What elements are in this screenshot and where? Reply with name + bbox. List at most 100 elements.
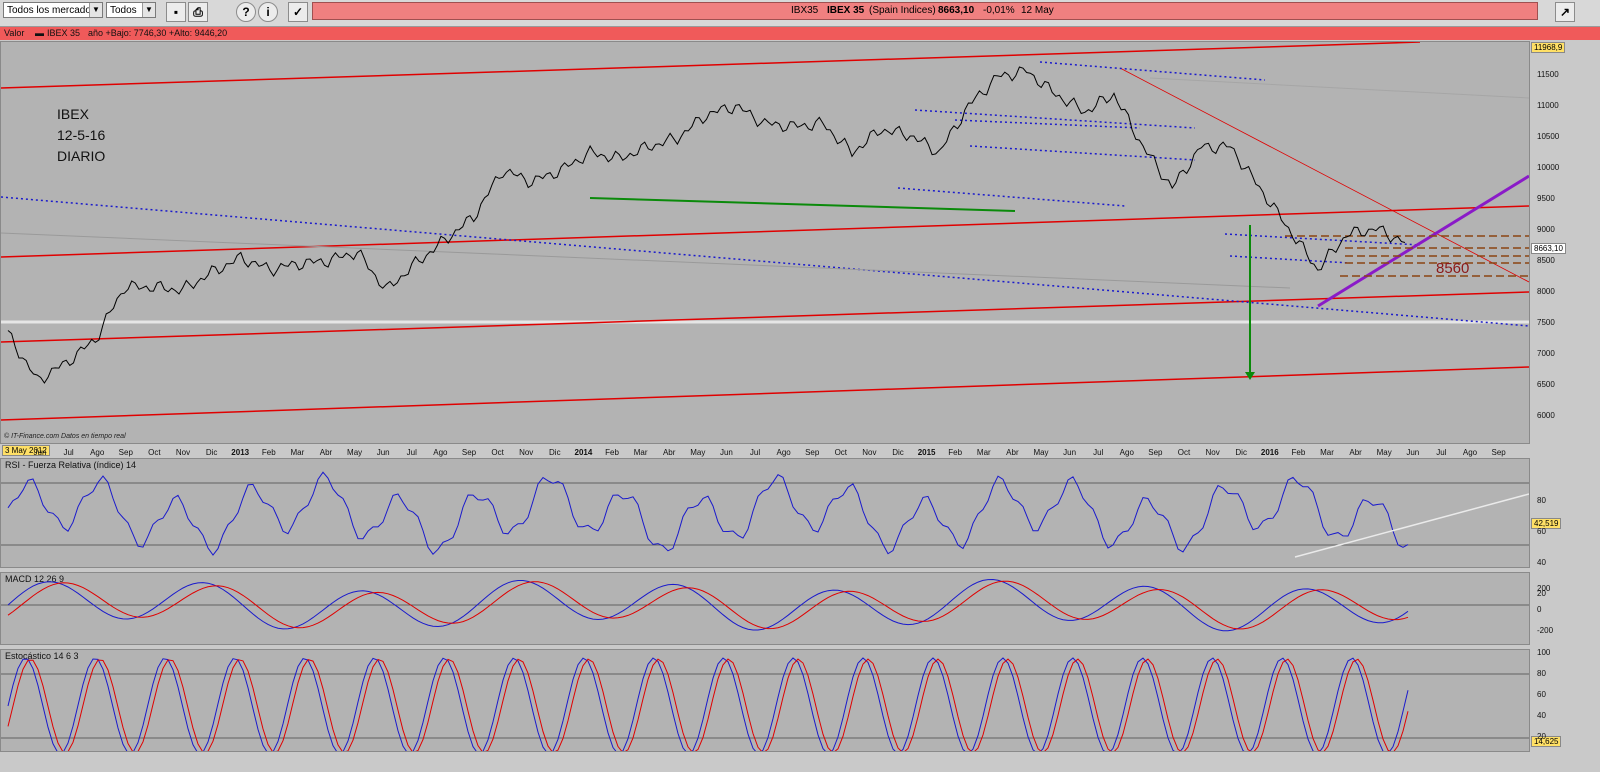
y-tick-label: 8500 xyxy=(1537,256,1555,265)
channel-line xyxy=(897,187,1126,207)
channel-line xyxy=(1039,61,1266,81)
channel-line xyxy=(914,109,1196,129)
x-tick-label: Oct xyxy=(148,448,161,457)
x-tick-label: Abr xyxy=(1349,448,1362,457)
x-tick-label: Ago xyxy=(776,448,791,457)
y-tick-label: 200 xyxy=(1537,584,1551,593)
x-tick-label: Jul xyxy=(406,448,417,457)
y-tick-label: 8000 xyxy=(1537,287,1555,296)
y-tick-label: 80 xyxy=(1537,496,1546,505)
chart-drawing xyxy=(1,42,1529,751)
x-tick-label: May xyxy=(690,448,706,457)
rsi-line xyxy=(7,471,1409,556)
x-tick-label: Sep xyxy=(118,448,133,457)
x-tick-label: Mar xyxy=(1320,448,1334,457)
y-tick-label: 9000 xyxy=(1537,225,1555,234)
x-tick-label: Dic xyxy=(549,448,561,457)
annotation-line: IBEX xyxy=(57,106,89,122)
x-tick-label: Nov xyxy=(862,448,877,457)
x-tick-label: 2014 xyxy=(574,448,593,457)
x-tick-label: May xyxy=(1376,448,1392,457)
trend-line xyxy=(1,366,1529,421)
y-tick-label: 7000 xyxy=(1537,349,1555,358)
y-tick-label: 60 xyxy=(1537,690,1546,699)
y-tick-label: 20 xyxy=(1537,732,1546,741)
x-tick-label: Feb xyxy=(948,448,963,457)
x-tick-label: Dic xyxy=(1235,448,1247,457)
stoch-d-line xyxy=(7,658,1409,751)
x-tick-label: Mar xyxy=(290,448,305,457)
x-tick-label: Abr xyxy=(1006,448,1019,457)
x-tick-label: Jun xyxy=(33,448,47,457)
data-source: © IT-Finance.com Datos en tiempo real xyxy=(4,433,126,440)
x-tick-label: Jul xyxy=(1436,448,1447,457)
level-label: 8560 xyxy=(1436,260,1470,277)
x-tick-label: Feb xyxy=(605,448,619,457)
channel-line xyxy=(1,196,1529,327)
max-price-tag: 11968,9 xyxy=(1531,42,1566,53)
x-tick-label: Nov xyxy=(519,448,534,457)
x-tick-label: Nov xyxy=(175,448,191,457)
y-tick-label: 10500 xyxy=(1537,132,1560,141)
x-tick-label: Jun xyxy=(719,448,733,457)
x-tick-label: 2013 xyxy=(231,448,250,457)
x-tick-label: Jun xyxy=(1063,448,1077,457)
y-tick-label: 6000 xyxy=(1537,411,1555,420)
channel-line xyxy=(954,119,1141,129)
x-tick-label: Sep xyxy=(461,448,477,457)
trend-line xyxy=(1,205,1529,258)
y-tick-label: 6500 xyxy=(1537,380,1555,389)
x-tick-label: 2015 xyxy=(917,448,936,457)
x-tick-label: Jul xyxy=(63,448,74,457)
x-tick-label: Ago xyxy=(433,448,448,457)
rsi-value-tag: 42,519 xyxy=(1531,518,1562,529)
y-tick-label: 9500 xyxy=(1537,194,1555,203)
x-tick-label: Abr xyxy=(319,448,333,457)
x-tick-label: Abr xyxy=(662,448,676,457)
x-tick-label: Ago xyxy=(90,448,105,457)
x-tick-label: Sep xyxy=(1491,448,1506,457)
trend-line xyxy=(1,291,1529,343)
x-tick-label: Ago xyxy=(1462,448,1478,457)
y-tick-label: 80 xyxy=(1537,669,1546,678)
x-tick-label: Sep xyxy=(1148,448,1163,457)
current-price-tag: 8663,10 xyxy=(1531,243,1566,254)
y-tick-label: 11500 xyxy=(1537,70,1559,79)
annotation-line: DIARIO xyxy=(57,148,106,164)
x-tick-label: May xyxy=(1033,448,1049,457)
x-tick-label: Jun xyxy=(376,448,390,457)
stoch-k-line xyxy=(7,657,1409,751)
x-tick-label: Dic xyxy=(892,448,904,457)
y-tick-label: 0 xyxy=(1537,605,1542,614)
x-tick-label: Feb xyxy=(261,448,276,457)
x-tick-label: Jul xyxy=(1093,448,1104,457)
stoch-value-tag: 14,625 xyxy=(1531,736,1562,747)
x-tick-label: Jun xyxy=(1406,448,1420,457)
channel-line xyxy=(1229,255,1351,264)
y-tick-label: 40 xyxy=(1537,711,1546,720)
x-tick-label: Jul xyxy=(749,448,761,457)
x-tick-label: Oct xyxy=(1177,448,1191,457)
guide-line xyxy=(1,232,1291,289)
uptrend-line xyxy=(1317,174,1529,308)
channel-line xyxy=(969,145,1196,161)
x-tick-label: Dic xyxy=(205,448,218,457)
support-line xyxy=(589,197,1016,212)
x-tick-label: Oct xyxy=(491,448,504,457)
x-tick-label: Oct xyxy=(834,448,848,457)
y-tick-label: 7500 xyxy=(1537,318,1555,327)
chart-annotation: IBEX 12-5-16 DIARIO xyxy=(57,104,105,167)
rsi-trendline xyxy=(1294,493,1529,558)
y-tick-label: 60 xyxy=(1537,527,1546,536)
trend-line xyxy=(1119,67,1529,283)
x-tick-label: Mar xyxy=(976,448,991,457)
x-tick-label: Mar xyxy=(633,448,648,457)
annotation-line: 12-5-16 xyxy=(57,127,106,143)
x-tick-label: May xyxy=(347,448,363,457)
y-tick-label: 40 xyxy=(1537,558,1546,567)
guide-line xyxy=(1149,77,1529,99)
x-tick-label: Nov xyxy=(1205,448,1220,457)
y-tick-label: -200 xyxy=(1537,626,1554,635)
x-tick-label: Ago xyxy=(1119,448,1134,457)
x-tick-label: 2016 xyxy=(1260,448,1279,457)
